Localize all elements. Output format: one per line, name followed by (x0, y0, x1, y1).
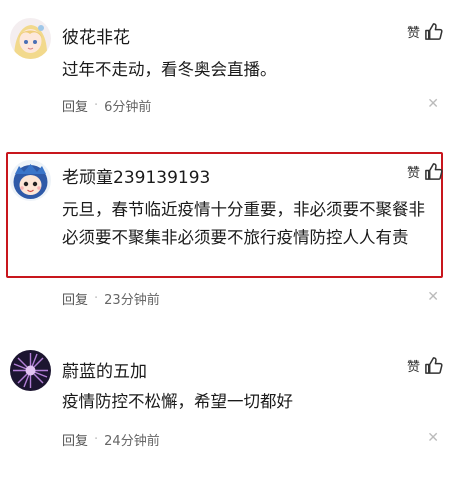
username[interactable]: 老顽童239139193 (62, 163, 210, 188)
comment-item: 蔚蓝的五加 赞 疫情防控不松懈，希望一切都好 回复 · 24分钟前 ✕ (0, 320, 465, 470)
separator-dot: · (94, 432, 99, 447)
close-icon[interactable]: ✕ (427, 96, 439, 112)
user-avatar[interactable] (10, 18, 51, 59)
like-button[interactable]: 赞 (407, 162, 443, 181)
comment-meta: 回复 · 23分钟前 (62, 289, 160, 308)
user-avatar[interactable] (10, 350, 51, 391)
reply-link[interactable]: 回复 (62, 430, 88, 449)
timestamp: 23分钟前 (104, 293, 160, 308)
purple-flower-avatar-icon (10, 350, 51, 391)
reply-link[interactable]: 回复 (62, 96, 88, 115)
reply-link[interactable]: 回复 (62, 289, 88, 308)
anime-girl-avatar-icon (10, 18, 51, 59)
close-icon[interactable]: ✕ (427, 430, 439, 446)
mascot-avatar-icon (10, 160, 51, 201)
like-button[interactable]: 赞 (407, 356, 443, 375)
comment-item: 老顽童239139193 赞 元旦，春节临近疫情十分重要，非必须要不聚餐非必须要… (0, 130, 465, 320)
thumbs-up-icon (425, 23, 443, 40)
separator-dot: · (94, 98, 99, 113)
username[interactable]: 蔚蓝的五加 (62, 357, 147, 382)
comment-item: 彼花非花 赞 过年不走动，看冬奥会直播。 回复 · 6分钟前 ✕ (0, 0, 465, 130)
comment-meta: 回复 · 24分钟前 (62, 430, 160, 449)
comment-text: 元旦，春节临近疫情十分重要，非必须要不聚餐非必须要不聚集非必须要不旅行疫情防控人… (62, 200, 425, 247)
like-label: 赞 (406, 360, 420, 375)
separator-dot: · (94, 291, 99, 306)
comment-meta: 回复 · 6分钟前 (62, 96, 151, 115)
comment-text: 过年不走动，看冬奥会直播。 (62, 60, 277, 79)
like-label: 赞 (406, 166, 420, 181)
close-icon[interactable]: ✕ (427, 289, 439, 305)
user-avatar[interactable] (10, 160, 51, 201)
like-button[interactable]: 赞 (407, 22, 443, 41)
like-label: 赞 (406, 26, 420, 41)
comment-text: 疫情防控不松懈，希望一切都好 (62, 392, 293, 411)
username[interactable]: 彼花非花 (62, 23, 130, 48)
timestamp: 24分钟前 (104, 434, 160, 449)
timestamp: 6分钟前 (104, 100, 152, 115)
thumbs-up-icon (425, 163, 443, 180)
thumbs-up-icon (425, 357, 443, 374)
